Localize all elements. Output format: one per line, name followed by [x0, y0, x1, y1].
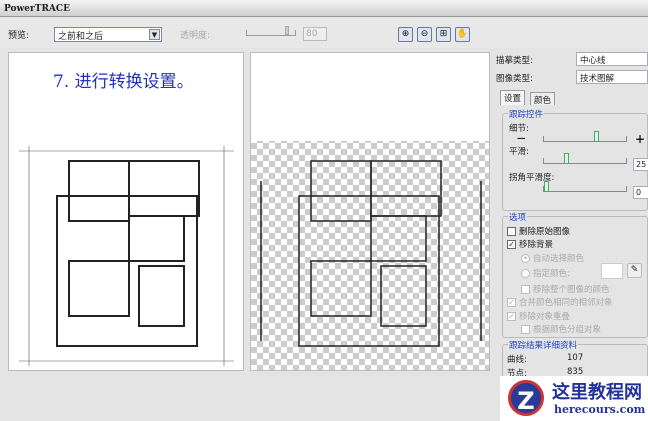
settings-panel: 描摹类型: 中心线 图像类型: 技术图解 设置 颜色 跟踪控件 细节: — + … [492, 48, 648, 421]
floorplan-traced [260, 160, 482, 347]
detail-slider[interactable] [543, 131, 627, 142]
transparency-slider[interactable] [246, 26, 296, 36]
remove-entire-color-checkbox[interactable]: 移除整个图像的颜色 [521, 283, 610, 295]
eyedropper-icon[interactable]: ✎ [627, 263, 642, 278]
watermark-logo: Z 这里教程网 herecours.com [500, 376, 648, 421]
detail-label: 细节: [509, 124, 529, 134]
corner-smoothness-slider[interactable] [543, 181, 627, 192]
preview-value: 之前和之后 [58, 32, 104, 42]
watermark-name: 这里教程网 [552, 382, 642, 403]
image-type-label: 图像类型: [496, 74, 533, 84]
preview-label: 预览: [8, 31, 30, 41]
trace-controls-title: 跟踪控件 [508, 108, 545, 120]
transparency-value[interactable]: 80 [303, 27, 327, 41]
before-preview[interactable]: 7. 进行转换设置。 [8, 52, 244, 371]
auto-color-radio[interactable]: • 自动选择颜色 [521, 252, 584, 264]
watermark-url: herecours.com [554, 403, 646, 416]
transparency-label: 透明度: [180, 31, 211, 41]
chevron-down-icon[interactable]: ▼ [149, 29, 160, 40]
trace-type-select[interactable]: 中心线 [576, 52, 648, 66]
pan-hand-icon[interactable]: ✋ [455, 27, 470, 42]
smoothing-value[interactable]: 25 [633, 158, 648, 171]
delete-original-checkbox[interactable]: 删除原始图像 [507, 225, 570, 237]
trace-type-label: 描摹类型: [496, 56, 533, 66]
corner-smoothness-value[interactable]: 0 [633, 186, 648, 199]
window-title: PowerTRACE [0, 0, 648, 17]
minus-icon[interactable]: — [517, 134, 526, 144]
color-swatch[interactable] [601, 263, 623, 279]
options-group: 选项 删除原始图像 ✓ 移除背景 • 自动选择颜色 指定颜色: ✎ 移除整个图像的颜… [502, 211, 648, 338]
trace-controls-group: 跟踪控件 细节: — + 平滑: 25 拐角平滑度: 0 [502, 108, 648, 211]
fit-icon[interactable]: ⊞ [436, 27, 451, 42]
zoom-in-icon[interactable]: ⊕ [398, 27, 413, 42]
plus-icon[interactable]: + [635, 132, 645, 146]
curves-value: 107 [567, 353, 584, 363]
merge-adjacent-checkbox[interactable]: ✓ 合并颜色相同的相邻对象 [507, 296, 613, 308]
remove-background-checkbox[interactable]: ✓ 移除背景 [507, 238, 553, 250]
remove-overlap-checkbox[interactable]: ✓ 移除对象重叠 [507, 310, 570, 322]
curves-label: 曲线: [507, 355, 527, 365]
results-title: 跟踪结果详细资料 [508, 339, 579, 351]
after-preview[interactable] [250, 52, 490, 371]
options-title: 选项 [508, 211, 528, 223]
tab-settings[interactable]: 设置 [500, 90, 526, 105]
preview-select[interactable]: 之前和之后 ▼ [54, 27, 162, 42]
smoothing-label: 平滑: [509, 147, 529, 157]
group-by-color-checkbox[interactable]: 根据颜色分组对象 [521, 323, 601, 335]
image-type-select[interactable]: 技术图解 [576, 70, 648, 84]
toolbar: 预览: 之前和之后 ▼ 透明度: 80 ⊕ ⊖ ⊞ ✋ [0, 18, 648, 48]
smoothing-slider[interactable] [543, 153, 627, 164]
zoom-out-icon[interactable]: ⊖ [417, 27, 432, 42]
specify-color-radio[interactable]: 指定颜色: [521, 267, 570, 279]
tab-color[interactable]: 颜色 [530, 92, 556, 106]
floorplan-original [19, 146, 234, 366]
step-caption: 7. 进行转换设置。 [53, 72, 194, 92]
